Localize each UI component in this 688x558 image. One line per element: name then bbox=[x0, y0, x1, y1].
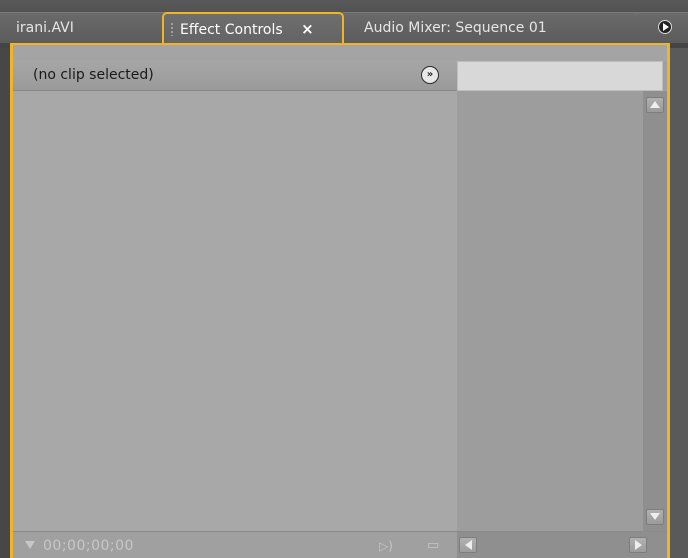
play-audio-icon[interactable]: ▷) bbox=[379, 539, 397, 553]
tab-irani-avi[interactable]: irani.AVI bbox=[0, 12, 172, 43]
clip-name-label: (no clip selected) bbox=[33, 67, 154, 83]
show-hide-timeline-button[interactable]: » bbox=[421, 66, 439, 84]
clip-header: (no clip selected) » bbox=[13, 61, 457, 91]
tab-overflow[interactable] bbox=[634, 12, 688, 43]
vertical-scrollbar[interactable] bbox=[643, 91, 667, 531]
panel-menu-icon[interactable] bbox=[658, 20, 672, 34]
effect-properties-area bbox=[13, 91, 457, 531]
panel-tab-bar: irani.AVI Audio Mixer: Sequence 01 Effec… bbox=[0, 0, 688, 48]
horizontal-scrollbar[interactable] bbox=[457, 532, 667, 558]
panel-top-strip bbox=[13, 45, 667, 61]
tab-audio-mixer[interactable]: Audio Mixer: Sequence 01 bbox=[338, 12, 650, 43]
playhead-icon bbox=[25, 541, 35, 549]
scroll-up-icon[interactable] bbox=[646, 97, 664, 113]
close-icon[interactable]: × bbox=[301, 14, 314, 44]
tab-label: irani.AVI bbox=[16, 20, 74, 36]
timecode-area: 00;00;00;00 ▷) ▭ bbox=[13, 532, 457, 558]
scroll-right-icon[interactable] bbox=[629, 537, 647, 553]
window-edge bbox=[670, 48, 688, 558]
tab-label: Audio Mixer: Sequence 01 bbox=[364, 20, 547, 36]
scroll-left-icon[interactable] bbox=[459, 537, 477, 553]
export-icon[interactable]: ▭ bbox=[427, 539, 445, 553]
current-timecode[interactable]: 00;00;00;00 bbox=[43, 532, 134, 558]
scroll-down-icon[interactable] bbox=[646, 509, 664, 525]
tab-effect-controls[interactable]: Effect Controls × bbox=[162, 12, 344, 43]
premiere-effect-controls-window: irani.AVI Audio Mixer: Sequence 01 Effec… bbox=[0, 0, 688, 558]
tab-label: Effect Controls bbox=[180, 22, 283, 38]
effect-timeline-area bbox=[457, 91, 663, 531]
timeline-ruler[interactable] bbox=[457, 61, 663, 91]
effect-controls-panel: (no clip selected) » 00;00;00;00 ▷) ▭ bbox=[10, 43, 670, 558]
panel-footer: 00;00;00;00 ▷) ▭ bbox=[13, 531, 667, 558]
drag-grip-icon[interactable] bbox=[170, 22, 174, 36]
